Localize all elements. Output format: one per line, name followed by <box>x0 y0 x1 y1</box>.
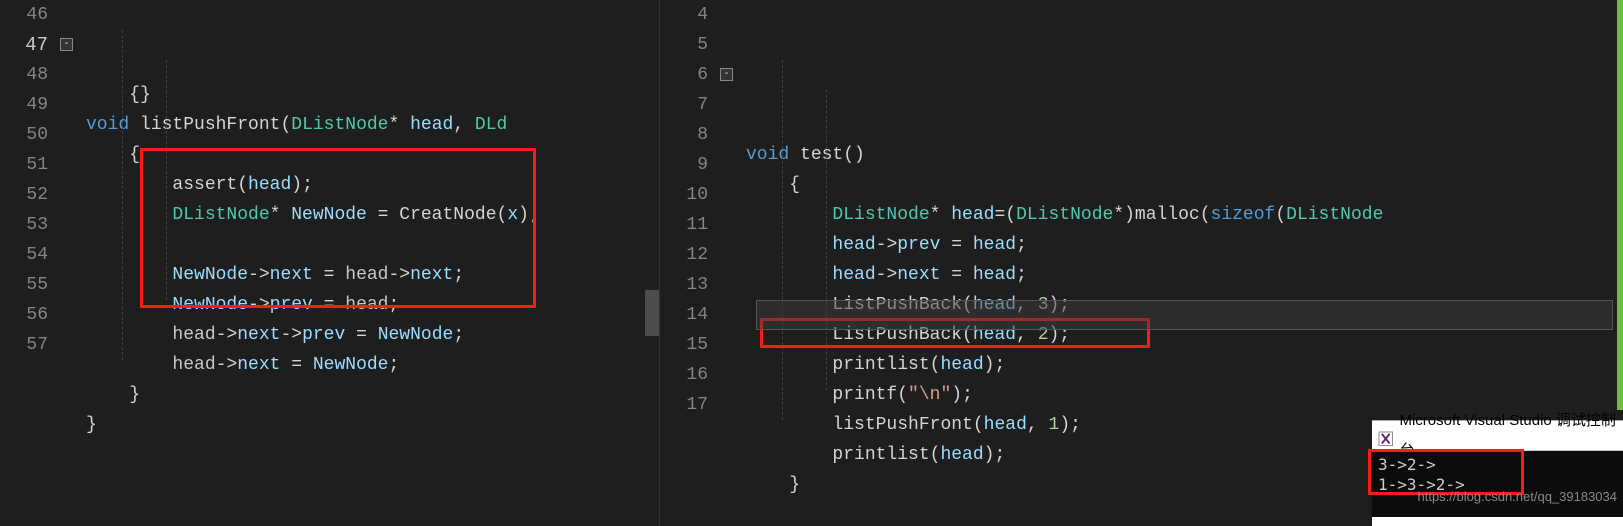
scrollbar-thumb[interactable] <box>645 290 659 336</box>
line-number: 12 <box>660 240 708 270</box>
line-number: 51 <box>0 150 48 180</box>
code-line[interactable]: NewNode->prev = head; <box>86 290 659 320</box>
console-line: 3->2-> <box>1378 455 1617 475</box>
console-titlebar[interactable]: Microsoft Visual Studio 调试控制台 <box>1372 421 1623 451</box>
debug-console-window[interactable]: Microsoft Visual Studio 调试控制台 3->2->1->3… <box>1372 420 1623 526</box>
fold-toggle[interactable]: - <box>60 38 73 51</box>
watermark-text: https://blog.csdn.net/qq_39183034 <box>1418 487 1618 507</box>
code-line[interactable]: { <box>746 170 1623 200</box>
line-number: 7 <box>660 90 708 120</box>
line-number: 17 <box>660 390 708 420</box>
line-number: 47 <box>0 30 48 60</box>
code-line[interactable]: { <box>86 140 659 170</box>
fold-column-right[interactable]: - <box>720 0 738 500</box>
line-number: 9 <box>660 150 708 180</box>
line-number: 15 <box>660 330 708 360</box>
code-line[interactable]: {} <box>86 80 659 110</box>
line-number: 11 <box>660 210 708 240</box>
code-line[interactable]: head->next = NewNode; <box>86 350 659 380</box>
code-line[interactable] <box>86 230 659 260</box>
code-line[interactable]: DListNode* NewNode = CreatNode(x); <box>86 200 659 230</box>
line-number: 56 <box>0 300 48 330</box>
code-line[interactable]: assert(head); <box>86 170 659 200</box>
code-line[interactable]: } <box>86 410 659 440</box>
console-output[interactable]: 3->2->1->3->2-> https://blog.csdn.net/qq… <box>1372 451 1623 517</box>
line-number: 14 <box>660 300 708 330</box>
fold-column-left[interactable]: - <box>60 0 78 440</box>
code-line[interactable]: head->prev = head; <box>746 230 1623 260</box>
line-number-gutter-left: 464748495051525354555657 <box>0 0 60 440</box>
line-number: 5 <box>660 30 708 60</box>
code-line[interactable]: void listPushFront(DListNode* head, DLd <box>86 110 659 140</box>
vs-icon <box>1378 428 1393 444</box>
code-line[interactable]: DListNode* head=(DListNode*)malloc(sizeo… <box>746 200 1623 230</box>
code-line[interactable]: } <box>86 380 659 410</box>
code-line[interactable]: printlist(head); <box>746 350 1623 380</box>
current-line-highlight <box>756 300 1613 330</box>
code-line[interactable] <box>746 110 1623 140</box>
code-line[interactable]: head->next = head; <box>746 260 1623 290</box>
change-marker <box>1617 0 1623 410</box>
line-number: 6 <box>660 60 708 90</box>
code-line[interactable]: void test() <box>746 140 1623 170</box>
line-number: 4 <box>660 0 708 30</box>
editor-pane-right[interactable]: 4567891011121314151617 - void test() { D… <box>660 0 1623 526</box>
line-number: 48 <box>0 60 48 90</box>
line-number: 16 <box>660 360 708 390</box>
editor-pane-left[interactable]: 464748495051525354555657 - {}void listPu… <box>0 0 660 526</box>
line-number: 52 <box>0 180 48 210</box>
line-number: 54 <box>0 240 48 270</box>
line-number: 8 <box>660 120 708 150</box>
code-content-left[interactable]: {}void listPushFront(DListNode* head, DL… <box>78 0 659 440</box>
code-line[interactable]: NewNode->next = head->next; <box>86 260 659 290</box>
line-number: 13 <box>660 270 708 300</box>
line-number: 53 <box>0 210 48 240</box>
line-number: 55 <box>0 270 48 300</box>
line-number: 50 <box>0 120 48 150</box>
fold-toggle[interactable]: - <box>720 68 733 81</box>
line-number: 57 <box>0 330 48 360</box>
line-number: 46 <box>0 0 48 30</box>
line-number-gutter-right: 4567891011121314151617 <box>660 0 720 500</box>
code-line[interactable] <box>746 80 1623 110</box>
line-number: 10 <box>660 180 708 210</box>
code-line[interactable]: head->next->prev = NewNode; <box>86 320 659 350</box>
line-number: 49 <box>0 90 48 120</box>
